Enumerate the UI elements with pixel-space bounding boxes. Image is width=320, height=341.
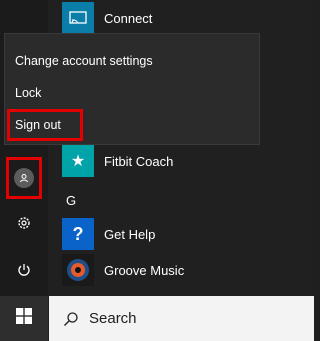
user-avatar-icon xyxy=(14,168,34,188)
app-label: Get Help xyxy=(104,226,156,242)
sign-out-item[interactable]: Sign out xyxy=(15,117,61,133)
star-icon: ★ xyxy=(62,145,94,177)
app-item-get-help[interactable]: ? Get Help xyxy=(62,216,155,252)
power-button[interactable] xyxy=(0,252,48,292)
power-icon xyxy=(16,262,32,283)
settings-button[interactable] xyxy=(0,205,48,245)
cast-icon xyxy=(62,2,94,34)
windows-logo-icon xyxy=(16,308,32,329)
gear-icon xyxy=(16,215,32,236)
group-letter: G xyxy=(66,193,77,208)
lock-item[interactable]: Lock xyxy=(15,85,41,101)
change-account-settings-item[interactable]: Change account settings xyxy=(15,53,153,69)
search-box[interactable]: Search xyxy=(49,296,314,341)
help-icon: ? xyxy=(62,218,94,250)
app-item-groove[interactable]: Groove Music xyxy=(62,252,184,288)
search-label: Search xyxy=(89,310,137,327)
account-button[interactable] xyxy=(0,158,48,198)
app-item-connect[interactable]: Connect xyxy=(62,0,152,36)
start-button[interactable] xyxy=(0,296,48,341)
app-label: Connect xyxy=(104,10,153,26)
taskbar: Search xyxy=(0,296,314,341)
app-item-fitbit[interactable]: ★ Fitbit Coach xyxy=(62,143,173,179)
account-menu: Change account settings Lock Sign out xyxy=(4,33,260,145)
music-disc-icon xyxy=(62,254,94,286)
search-icon xyxy=(63,311,79,327)
app-label: Fitbit Coach xyxy=(104,153,174,169)
app-label: Groove Music xyxy=(104,262,185,278)
